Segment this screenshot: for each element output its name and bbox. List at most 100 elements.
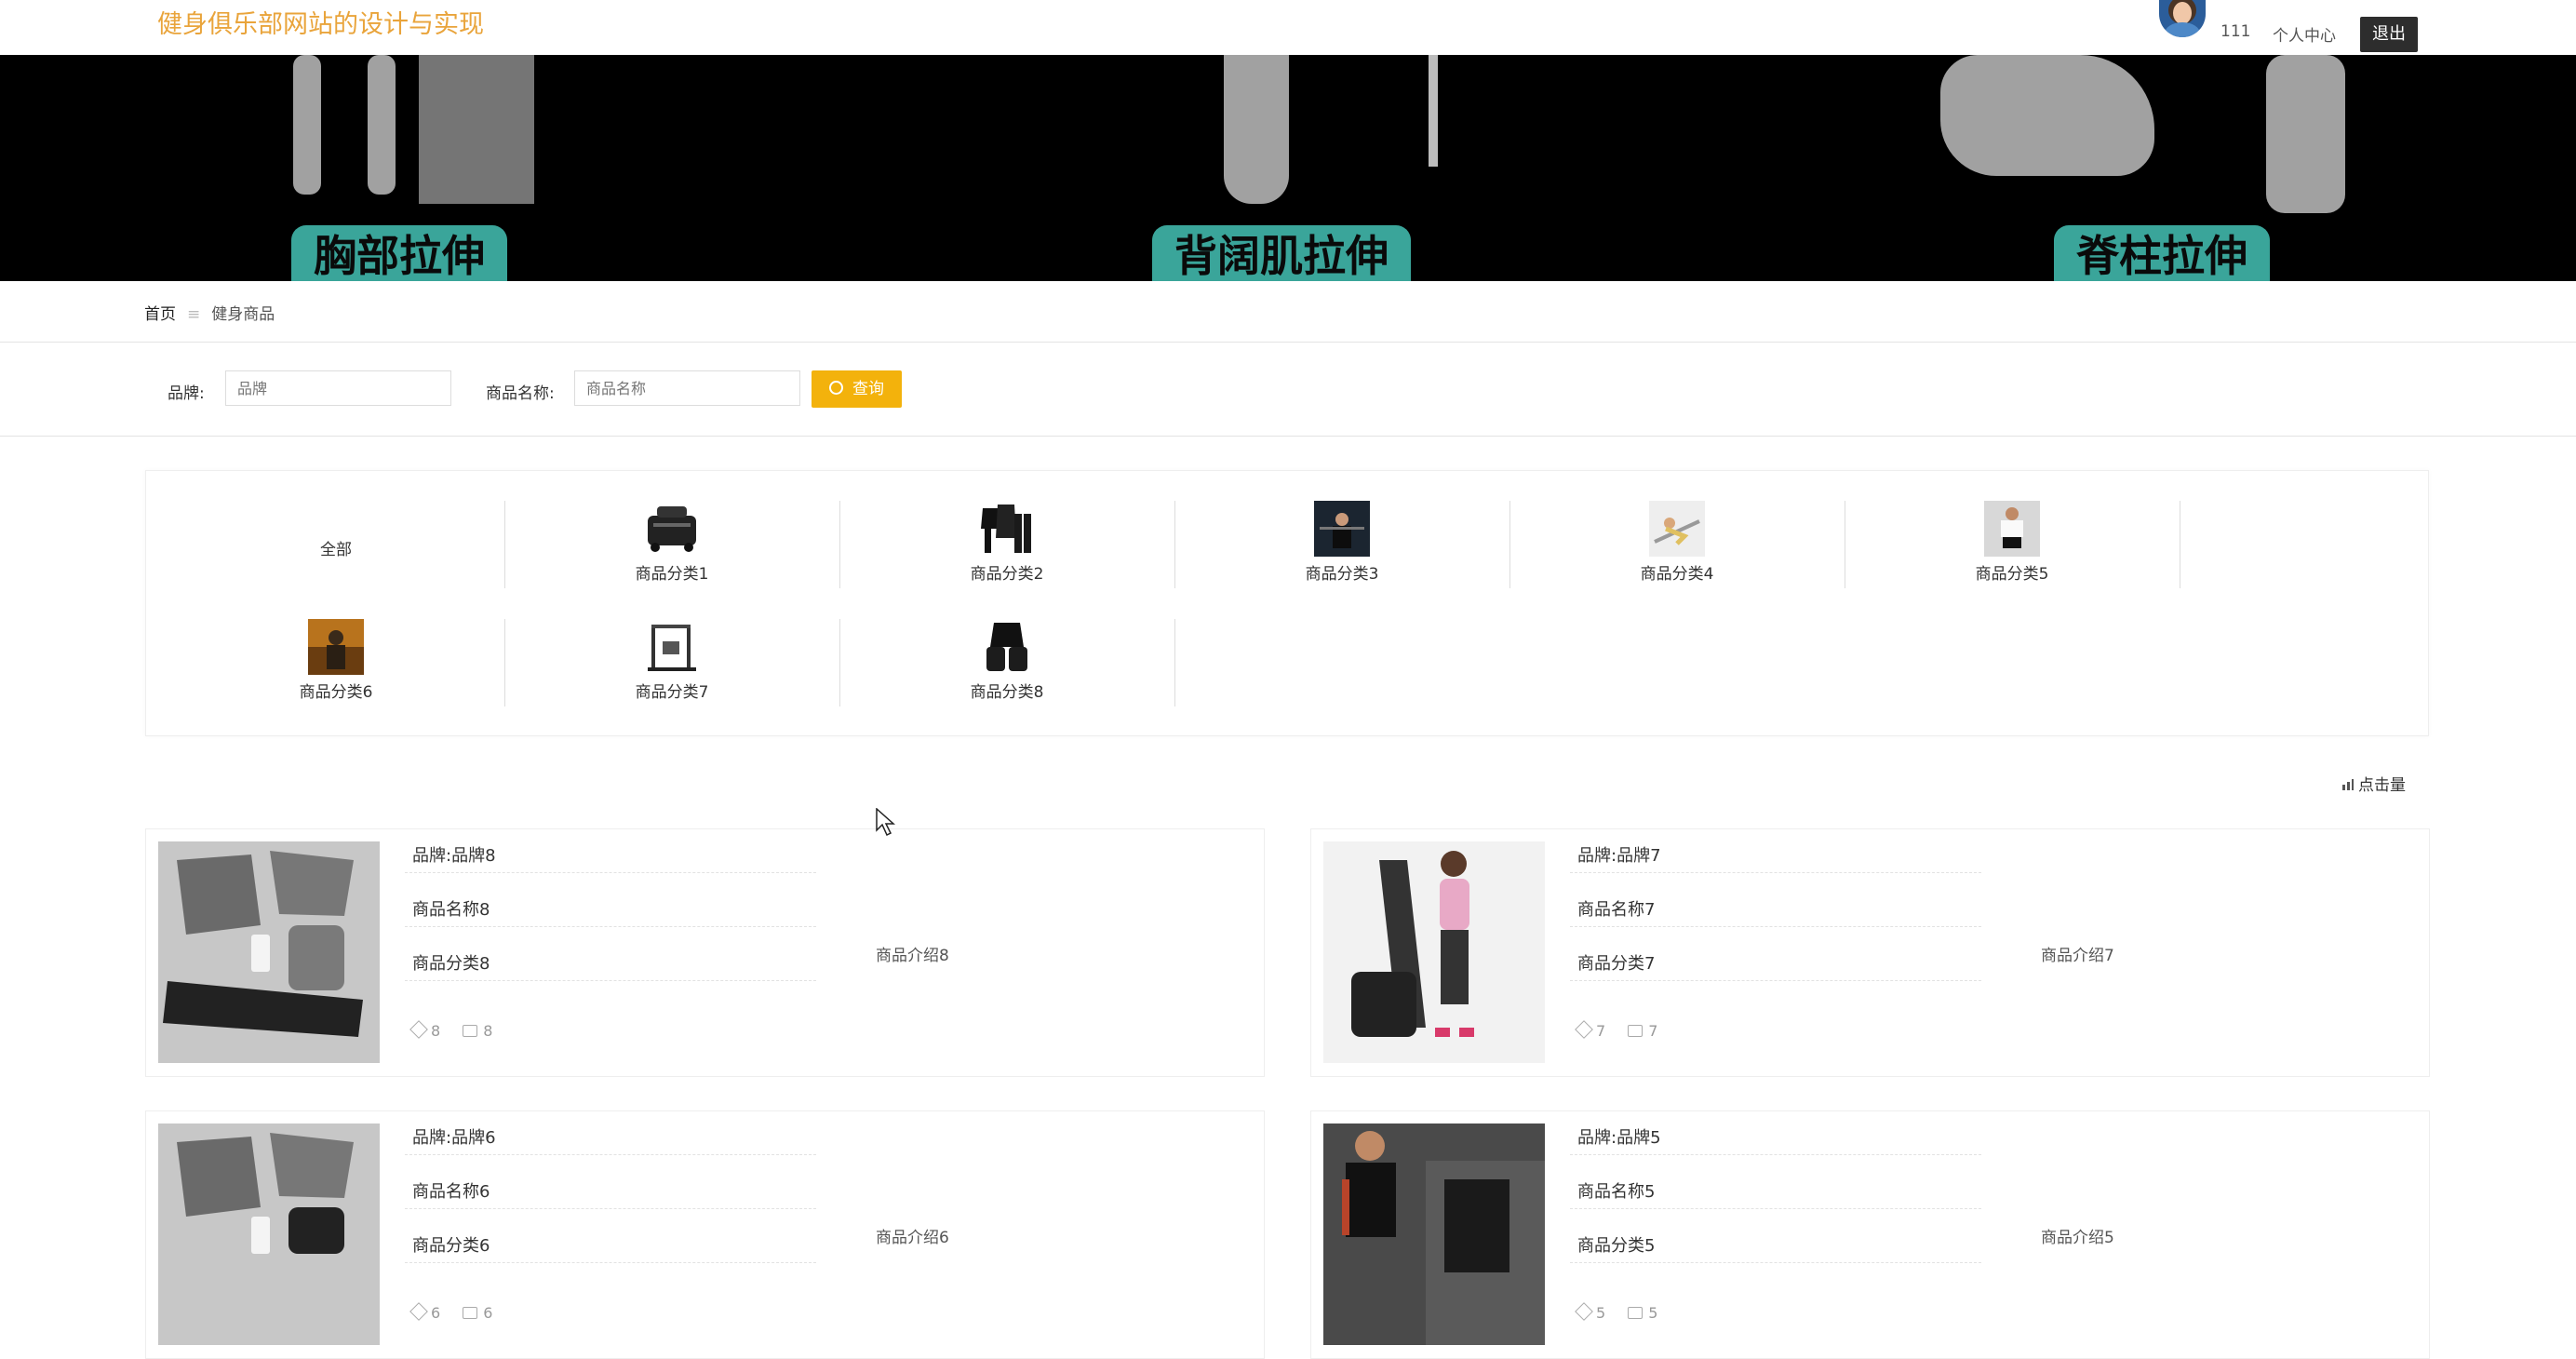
category-label: 商品分类3 <box>1305 565 1379 584</box>
product-brand: 品牌:品牌6 <box>405 1124 816 1155</box>
product-image <box>158 841 380 1063</box>
product-brand: 品牌:品牌5 <box>1570 1124 1981 1155</box>
comments-count: 6 <box>483 1304 493 1322</box>
brand-label: 品牌: <box>168 384 205 403</box>
likes[interactable]: 6 <box>409 1302 440 1322</box>
category-thumbnail <box>308 619 364 675</box>
product-stats: 55 <box>1575 1302 1680 1322</box>
chart-icon <box>2342 779 2354 790</box>
product-intro: 商品介绍6 <box>876 1229 949 1247</box>
divider <box>0 342 2576 343</box>
username: 111 <box>2220 22 2251 41</box>
comment-icon <box>1628 1025 1644 1037</box>
banner-figure-leg <box>293 55 321 195</box>
banner-figure-pole <box>1429 55 1438 167</box>
comments-count: 8 <box>483 1022 493 1040</box>
product-name: 商品名称6 <box>405 1178 816 1209</box>
sort-by-clicks[interactable]: 点击量 <box>2341 772 2406 795</box>
comments[interactable]: 8 <box>463 1022 492 1040</box>
category-item[interactable]: 商品分类2 <box>839 501 1174 588</box>
product-card[interactable]: 品牌:品牌6 商品名称6 商品分类6 商品介绍6 66 <box>145 1110 1265 1359</box>
comments[interactable]: 5 <box>1628 1304 1657 1322</box>
logout-button[interactable]: 退出 <box>2360 17 2418 52</box>
product-intro: 商品介绍8 <box>876 947 949 965</box>
category-panel: 全部 商品分类1 商品分类2 商品分类3 商品分类4 商品分类5 商品分类6 商… <box>145 470 2429 736</box>
category-item[interactable]: 商品分类7 <box>504 619 839 706</box>
category-all[interactable]: 全部 <box>168 501 503 588</box>
comments[interactable]: 7 <box>1628 1022 1657 1040</box>
comments-count: 7 <box>1648 1022 1658 1040</box>
category-label: 商品分类1 <box>635 565 709 584</box>
star-icon <box>409 1302 428 1321</box>
divider <box>0 436 2576 437</box>
avatar-body <box>2165 22 2200 37</box>
avatar-face <box>2173 2 2192 24</box>
category-thumbnail <box>648 625 696 671</box>
breadcrumb-current: 健身商品 <box>211 305 275 324</box>
category-thumbnail <box>648 506 696 552</box>
product-category: 商品分类6 <box>405 1232 816 1263</box>
product-brand: 品牌:品牌7 <box>1570 842 1981 873</box>
category-thumbnail <box>1984 501 2040 557</box>
category-item[interactable]: 商品分类4 <box>1509 501 1845 588</box>
category-item[interactable]: 商品分类5 <box>1845 501 2180 588</box>
category-label: 商品分类8 <box>970 683 1044 702</box>
search-button-label: 查询 <box>852 380 884 398</box>
breadcrumb-home[interactable]: 首页 <box>144 305 176 324</box>
breadcrumb: 首页 ≡ 健身商品 <box>144 301 275 324</box>
category-thumbnail <box>986 623 1027 671</box>
banner-label: 胸部拉伸 <box>291 225 507 281</box>
product-name-label: 商品名称: <box>486 384 555 403</box>
product-card[interactable]: 品牌:品牌7 商品名称7 商品分类7 商品介绍7 77 <box>1310 828 2430 1077</box>
category-thumbnail <box>1314 501 1370 557</box>
likes[interactable]: 7 <box>1575 1020 1605 1040</box>
category-label: 商品分类5 <box>1975 565 2049 584</box>
product-stats: 66 <box>409 1302 515 1322</box>
comments[interactable]: 6 <box>463 1304 492 1322</box>
product-image <box>158 1124 380 1345</box>
product-name: 商品名称5 <box>1570 1178 1981 1209</box>
likes-count: 5 <box>1596 1304 1606 1322</box>
mouse-cursor-icon <box>876 808 895 837</box>
star-icon <box>409 1020 428 1039</box>
category-label: 商品分类4 <box>1640 565 1714 584</box>
product-intro: 商品介绍7 <box>2041 947 2114 965</box>
category-label: 商品分类2 <box>970 565 1044 584</box>
banner-figure-panel <box>419 55 534 204</box>
brand-input[interactable] <box>225 370 451 406</box>
category-thumbnail <box>981 505 1031 553</box>
product-name: 商品名称8 <box>405 896 816 927</box>
category-label: 商品分类6 <box>299 683 373 702</box>
banner-label: 背阔肌拉伸 <box>1152 225 1411 281</box>
sort-label: 点击量 <box>2358 776 2406 795</box>
category-label: 商品分类7 <box>635 683 709 702</box>
site-title[interactable]: 健身俱乐部网站的设计与实现 <box>157 4 484 40</box>
product-name-input[interactable] <box>574 370 800 406</box>
product-card[interactable]: 品牌:品牌5 商品名称5 商品分类5 商品介绍5 55 <box>1310 1110 2430 1359</box>
star-icon <box>1575 1302 1593 1321</box>
banner-figure-kneel <box>1940 55 2154 176</box>
category-label: 全部 <box>320 541 352 559</box>
product-name: 商品名称7 <box>1570 896 1981 927</box>
product-stats: 88 <box>409 1020 515 1040</box>
search-button[interactable]: 查询 <box>812 370 902 408</box>
comment-icon <box>463 1307 478 1319</box>
banner-carousel[interactable]: 胸部拉伸 背阔肌拉伸 脊柱拉伸 <box>0 55 2576 281</box>
category-item[interactable]: 商品分类6 <box>168 619 503 706</box>
product-brand: 品牌:品牌8 <box>405 842 816 873</box>
top-header: 健身俱乐部网站的设计与实现 111 个人中心 退出 <box>0 0 2576 55</box>
product-card[interactable]: 品牌:品牌8 商品名称8 商品分类8 商品介绍8 88 <box>145 828 1265 1077</box>
product-category: 商品分类8 <box>405 950 816 981</box>
avatar[interactable] <box>2159 0 2206 37</box>
personal-center-link[interactable]: 个人中心 <box>2273 22 2336 46</box>
likes[interactable]: 5 <box>1575 1302 1606 1322</box>
category-item[interactable]: 商品分类1 <box>504 501 839 588</box>
comment-icon <box>1628 1307 1644 1319</box>
likes[interactable]: 8 <box>409 1020 441 1040</box>
banner-figure-leg <box>368 55 396 195</box>
category-item[interactable]: 商品分类3 <box>1174 501 1509 588</box>
product-image <box>1323 1124 1545 1345</box>
likes-count: 8 <box>431 1022 441 1040</box>
category-item[interactable]: 商品分类8 <box>839 619 1174 706</box>
product-stats: 77 <box>1575 1020 1680 1040</box>
